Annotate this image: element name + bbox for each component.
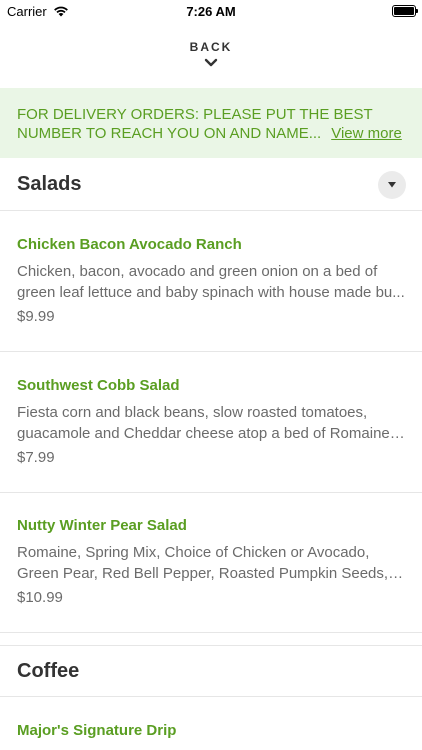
battery-icon (392, 5, 418, 17)
item-price: $7.99 (17, 449, 55, 466)
status-bar: Carrier 7:26 AM (0, 0, 422, 22)
item-name: Nutty Winter Pear Salad (17, 517, 187, 534)
notice-line-1: FOR DELIVERY ORDERS: PLEASE PUT THE BEST (17, 106, 373, 123)
section-title: Coffee (17, 659, 80, 682)
item-description-line: guacamole and Cheddar cheese atop a bed … (17, 425, 405, 442)
back-label: BACK (189, 40, 233, 54)
notice-text: NUMBER TO REACH YOU ON AND NAME... (17, 125, 322, 142)
item-description-line: Chicken, bacon, avocado and green onion … (17, 263, 378, 280)
item-price: $9.99 (17, 308, 55, 325)
item-name: Chicken Bacon Avocado Ranch (17, 236, 242, 253)
back-button[interactable]: BACK (0, 34, 422, 82)
caret-down-icon (388, 182, 396, 188)
menu-item[interactable]: Major's Signature Drip (0, 697, 422, 750)
item-description-line: green leaf lettuce and baby spinach with… (17, 284, 405, 301)
wifi-icon (53, 6, 68, 17)
notice-line-2: NUMBER TO REACH YOU ON AND NAME... View m… (17, 124, 406, 143)
delivery-notice: FOR DELIVERY ORDERS: PLEASE PUT THE BEST… (0, 88, 422, 158)
section-header-coffee[interactable]: Coffee (0, 645, 422, 697)
menu-item[interactable]: Chicken Bacon Avocado Ranch Chicken, bac… (0, 211, 422, 352)
item-name: Major's Signature Drip (17, 722, 177, 739)
item-description: Chicken, bacon, avocado and green onion … (17, 261, 405, 303)
section-title: Salads (17, 173, 82, 195)
item-description: Romaine, Spring Mix, Choice of Chicken o… (17, 542, 405, 584)
item-description: Fiesta corn and black beans, slow roaste… (17, 402, 405, 444)
view-more-link[interactable]: View more (331, 125, 402, 142)
item-price: $10.99 (17, 589, 63, 606)
section-header-salads[interactable]: Salads (0, 159, 422, 211)
item-name: Southwest Cobb Salad (17, 377, 180, 394)
collapse-button[interactable] (378, 171, 406, 199)
chevron-down-icon (204, 58, 218, 67)
status-left: Carrier (7, 4, 69, 19)
item-description-line: Romaine, Spring Mix, Choice of Chicken o… (17, 544, 370, 561)
carrier-label: Carrier (7, 3, 47, 19)
menu-item[interactable]: Southwest Cobb Salad Fiesta corn and bla… (0, 352, 422, 493)
menu-item[interactable]: Nutty Winter Pear Salad Romaine, Spring … (0, 492, 422, 633)
item-description-line: Green Pear, Red Bell Pepper, Roasted Pum… (17, 565, 405, 582)
item-description-line: Fiesta corn and black beans, slow roaste… (17, 404, 368, 421)
